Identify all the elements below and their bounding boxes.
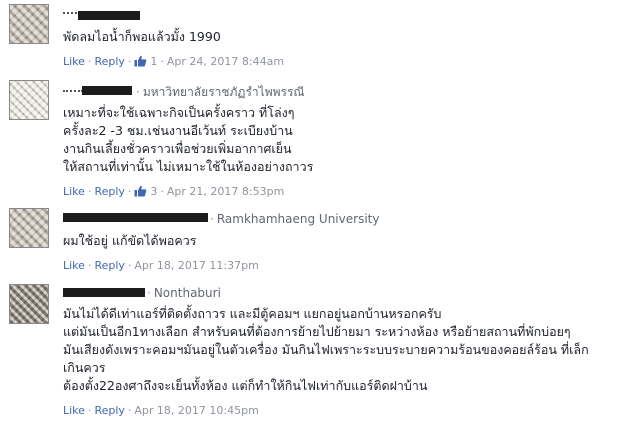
separator-dot: · <box>160 185 164 198</box>
comment-actions: Like · Reply · 1 · Apr 24, 2017 8:44am <box>63 55 284 70</box>
like-count: 3 <box>150 185 158 198</box>
commenter-affiliation[interactable]: · มหาวิทยาลัยราชภัฏรำไพพรรณี <box>136 83 305 102</box>
redacted-commenter-name[interactable] <box>63 288 145 297</box>
comment-timestamp[interactable]: Apr 24, 2017 8:44am <box>167 55 284 68</box>
comment-actions: Like · Reply · Apr 18, 2017 11:37pm <box>63 259 259 272</box>
comment-text-line: ให้สถานที่เท่านั้น ไม่เหมาะใช้ในห้องอย่า… <box>63 159 314 174</box>
separator-dot: · <box>127 404 132 417</box>
separator-dot: · <box>87 55 92 68</box>
comment-text-line: ครั้งละ2 -3 ชม.เช่นงานอีเว้นท์ ระเบียงบ้… <box>63 123 293 138</box>
affiliation-text[interactable]: Ramkhamhaeng University <box>217 212 380 226</box>
comment-text-line: งานกินเลี้ยงชั่วคราวเพื่อช่วยเพิ่มอากาศเ… <box>63 141 292 156</box>
separator-dot: · <box>87 404 92 417</box>
comment-actions: Like · Reply · 3 · Apr 21, 2017 8:53pm <box>63 185 284 200</box>
like-link[interactable]: Like <box>63 404 85 417</box>
affiliation-text[interactable]: มหาวิทยาลัยราชภัฏรำไพพรรณี <box>143 85 305 99</box>
reply-link[interactable]: Reply <box>94 404 124 417</box>
redacted-commenter-name[interactable] <box>63 213 208 222</box>
comment-text-line: แต่มันเป็นอีก1ทางเลือก สำหรับคนที่ต้องกา… <box>63 324 571 339</box>
comment-timestamp[interactable]: Apr 21, 2017 8:53pm <box>167 185 284 198</box>
avatar[interactable] <box>9 4 49 44</box>
avatar[interactable] <box>9 284 49 324</box>
redacted-name-scribble <box>63 90 83 95</box>
separator-dot: · <box>210 212 214 226</box>
like-link[interactable]: Like <box>63 55 85 68</box>
comment-text-line: มันไม่ได้ดีเท่าแอร์ที่ติดตั้งถาวร และมีต… <box>63 306 442 321</box>
redacted-name-scribble <box>63 12 77 17</box>
like-link[interactable]: Like <box>63 259 85 272</box>
comment-text-line: เหมาะที่จะใช้เฉพาะกิจเป็นครั้งคราว ที่โล… <box>63 105 295 120</box>
comment-text-line: มันเสียงดังเพราะคอมฯมันอยู่ในตัวเครื่อง … <box>63 342 589 357</box>
separator-dot: · <box>87 259 92 272</box>
comment-timestamp[interactable]: Apr 18, 2017 10:45pm <box>134 404 258 417</box>
separator-dot: · <box>127 55 132 68</box>
avatar[interactable] <box>9 208 49 248</box>
comment-text-line: พัดลมไอน้ำก็พอแล้วมั้ง 1990 <box>63 29 221 44</box>
comment-text-line: ต้องตั้ง22องศาถึงจะเย็นทั้งห้อง แต่ก็ทำใ… <box>63 378 428 393</box>
separator-dot: · <box>136 85 140 99</box>
comment-text-line: เกินควร <box>63 360 106 375</box>
separator-dot: · <box>127 259 132 272</box>
separator-dot: · <box>147 286 151 300</box>
avatar[interactable] <box>9 80 49 120</box>
like-link[interactable]: Like <box>63 185 85 198</box>
commenter-affiliation[interactable]: · Nonthaburi <box>147 286 221 300</box>
thumbs-up-icon[interactable] <box>134 55 147 70</box>
reply-link[interactable]: Reply <box>94 55 124 68</box>
redacted-commenter-name[interactable] <box>82 86 132 95</box>
commenter-affiliation[interactable]: · Ramkhamhaeng University <box>210 212 379 226</box>
like-count: 1 <box>150 55 158 68</box>
comment-text-line: ผมใช้อยู่ แก้ขัดได้พอควร <box>63 233 197 248</box>
comment-timestamp[interactable]: Apr 18, 2017 11:37pm <box>134 259 258 272</box>
separator-dot: · <box>87 185 92 198</box>
thumbs-up-icon[interactable] <box>134 185 147 200</box>
affiliation-text[interactable]: Nonthaburi <box>154 286 221 300</box>
comment-actions: Like · Reply · Apr 18, 2017 10:45pm <box>63 404 259 417</box>
redacted-commenter-name[interactable] <box>78 11 140 20</box>
reply-link[interactable]: Reply <box>94 185 124 198</box>
separator-dot: · <box>160 55 164 68</box>
reply-link[interactable]: Reply <box>94 259 124 272</box>
separator-dot: · <box>127 185 132 198</box>
